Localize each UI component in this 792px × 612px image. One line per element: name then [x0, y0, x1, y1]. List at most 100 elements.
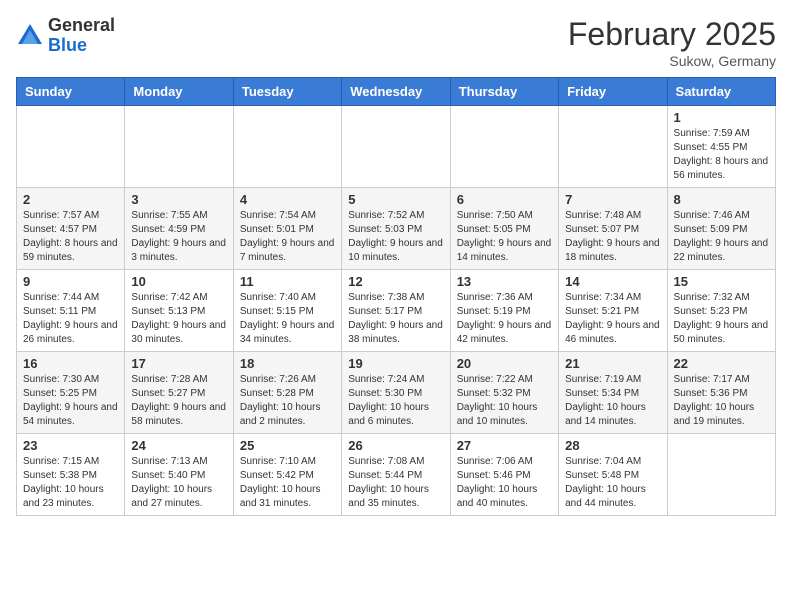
day-number: 2 — [23, 192, 118, 207]
day-number: 22 — [674, 356, 769, 371]
calendar-cell: 28Sunrise: 7:04 AM Sunset: 5:48 PM Dayli… — [559, 434, 667, 516]
day-info: Sunrise: 7:59 AM Sunset: 4:55 PM Dayligh… — [674, 127, 769, 183]
day-number: 10 — [131, 274, 226, 289]
title-block: February 2025 Sukow, Germany — [568, 16, 776, 69]
day-info: Sunrise: 7:26 AM Sunset: 5:28 PM Dayligh… — [240, 373, 335, 429]
day-info: Sunrise: 7:32 AM Sunset: 5:23 PM Dayligh… — [674, 291, 769, 347]
day-number: 9 — [23, 274, 118, 289]
day-number: 19 — [348, 356, 443, 371]
day-info: Sunrise: 7:54 AM Sunset: 5:01 PM Dayligh… — [240, 209, 335, 265]
day-number: 17 — [131, 356, 226, 371]
calendar-cell: 2 Sunrise: 7:57 AM Sunset: 4:57 PM Daylig… — [17, 188, 125, 270]
day-info: Sunrise: 7:24 AM Sunset: 5:30 PM Dayligh… — [348, 373, 443, 429]
day-info: Sunrise: 7:08 AM Sunset: 5:44 PM Dayligh… — [348, 455, 443, 511]
weekday-header-sunday: Sunday — [17, 78, 125, 106]
day-number: 27 — [457, 438, 552, 453]
day-info: Sunrise: 7:55 AM Sunset: 4:59 PM Dayligh… — [131, 209, 226, 265]
calendar-cell: 17 Sunrise: 7:28 AM Sunset: 5:27 PM Dayli… — [125, 352, 233, 434]
day-number: 8 — [674, 192, 769, 207]
day-info: Sunrise: 7:50 AM Sunset: 5:05 PM Dayligh… — [457, 209, 552, 265]
day-info: Sunrise: 7:57 AM Sunset: 4:57 PM Dayligh… — [23, 209, 118, 265]
day-number: 3 — [131, 192, 226, 207]
weekday-header-row: SundayMondayTuesdayWednesdayThursdayFrid… — [17, 78, 776, 106]
calendar-cell — [667, 434, 775, 516]
logo-icon — [16, 22, 44, 50]
logo-blue: Blue — [48, 35, 87, 55]
day-number: 25 — [240, 438, 335, 453]
day-number: 16 — [23, 356, 118, 371]
calendar-cell: 7 Sunrise: 7:48 AM Sunset: 5:07 PM Daylig… — [559, 188, 667, 270]
calendar-cell: 10 Sunrise: 7:42 AM Sunset: 5:13 PM Dayli… — [125, 270, 233, 352]
day-info: Sunrise: 7:42 AM Sunset: 5:13 PM Dayligh… — [131, 291, 226, 347]
calendar-cell: 26 Sunrise: 7:08 AM Sunset: 5:44 PM Dayli… — [342, 434, 450, 516]
day-info: Sunrise: 7:17 AM Sunset: 5:36 PM Dayligh… — [674, 373, 769, 429]
logo-text: General Blue — [48, 16, 115, 56]
day-info: Sunrise: 7:28 AM Sunset: 5:27 PM Dayligh… — [131, 373, 226, 429]
calendar-cell — [233, 106, 341, 188]
day-info: Sunrise: 7:22 AM Sunset: 5:32 PM Dayligh… — [457, 373, 552, 429]
calendar-cell — [17, 106, 125, 188]
calendar-cell: 22 Sunrise: 7:17 AM Sunset: 5:36 PM Dayli… — [667, 352, 775, 434]
day-info: Sunrise: 7:06 AM Sunset: 5:46 PM Dayligh… — [457, 455, 552, 511]
calendar-week-2: 9 Sunrise: 7:44 AM Sunset: 5:11 PM Daylig… — [17, 270, 776, 352]
day-number: 13 — [457, 274, 552, 289]
day-number: 24 — [131, 438, 226, 453]
weekday-header-tuesday: Tuesday — [233, 78, 341, 106]
calendar-table: SundayMondayTuesdayWednesdayThursdayFrid… — [16, 77, 776, 516]
calendar-cell: 8 Sunrise: 7:46 AM Sunset: 5:09 PM Daylig… — [667, 188, 775, 270]
calendar-cell: 23Sunrise: 7:15 AM Sunset: 5:38 PM Dayli… — [17, 434, 125, 516]
day-info: Sunrise: 7:46 AM Sunset: 5:09 PM Dayligh… — [674, 209, 769, 265]
calendar-cell: 12 Sunrise: 7:38 AM Sunset: 5:17 PM Dayli… — [342, 270, 450, 352]
logo: General Blue — [16, 16, 115, 56]
day-info: Sunrise: 7:13 AM Sunset: 5:40 PM Dayligh… — [131, 455, 226, 511]
calendar-cell: 25 Sunrise: 7:10 AM Sunset: 5:42 PM Dayli… — [233, 434, 341, 516]
day-number: 18 — [240, 356, 335, 371]
calendar-week-1: 2 Sunrise: 7:57 AM Sunset: 4:57 PM Daylig… — [17, 188, 776, 270]
day-info: Sunrise: 7:48 AM Sunset: 5:07 PM Dayligh… — [565, 209, 660, 265]
weekday-header-friday: Friday — [559, 78, 667, 106]
calendar-cell — [450, 106, 558, 188]
day-number: 28 — [565, 438, 660, 453]
calendar-cell: 16 Sunrise: 7:30 AM Sunset: 5:25 PM Dayli… — [17, 352, 125, 434]
calendar-cell: 20 Sunrise: 7:22 AM Sunset: 5:32 PM Dayli… — [450, 352, 558, 434]
day-number: 20 — [457, 356, 552, 371]
day-info: Sunrise: 7:19 AM Sunset: 5:34 PM Dayligh… — [565, 373, 660, 429]
location: Sukow, Germany — [568, 53, 776, 69]
calendar-cell: 5 Sunrise: 7:52 AM Sunset: 5:03 PM Daylig… — [342, 188, 450, 270]
day-number: 1 — [674, 110, 769, 125]
calendar-cell: 1 Sunrise: 7:59 AM Sunset: 4:55 PM Daylig… — [667, 106, 775, 188]
calendar-week-3: 16 Sunrise: 7:30 AM Sunset: 5:25 PM Dayli… — [17, 352, 776, 434]
day-number: 7 — [565, 192, 660, 207]
day-number: 11 — [240, 274, 335, 289]
calendar-cell: 9 Sunrise: 7:44 AM Sunset: 5:11 PM Daylig… — [17, 270, 125, 352]
day-info: Sunrise: 7:34 AM Sunset: 5:21 PM Dayligh… — [565, 291, 660, 347]
calendar-cell — [342, 106, 450, 188]
calendar-cell: 13 Sunrise: 7:36 AM Sunset: 5:19 PM Dayli… — [450, 270, 558, 352]
calendar-cell: 18 Sunrise: 7:26 AM Sunset: 5:28 PM Dayli… — [233, 352, 341, 434]
weekday-header-wednesday: Wednesday — [342, 78, 450, 106]
calendar-cell: 14 Sunrise: 7:34 AM Sunset: 5:21 PM Dayli… — [559, 270, 667, 352]
calendar-cell: 4Sunrise: 7:54 AM Sunset: 5:01 PM Daylig… — [233, 188, 341, 270]
day-number: 14 — [565, 274, 660, 289]
month-title: February 2025 — [568, 16, 776, 53]
weekday-header-saturday: Saturday — [667, 78, 775, 106]
day-info: Sunrise: 7:38 AM Sunset: 5:17 PM Dayligh… — [348, 291, 443, 347]
day-number: 5 — [348, 192, 443, 207]
calendar-cell: 19 Sunrise: 7:24 AM Sunset: 5:30 PM Dayli… — [342, 352, 450, 434]
calendar-cell: 6 Sunrise: 7:50 AM Sunset: 5:05 PM Daylig… — [450, 188, 558, 270]
logo-general: General — [48, 15, 115, 35]
weekday-header-thursday: Thursday — [450, 78, 558, 106]
calendar-cell: 27 Sunrise: 7:06 AM Sunset: 5:46 PM Dayli… — [450, 434, 558, 516]
page-header: General Blue February 2025 Sukow, German… — [16, 16, 776, 69]
calendar-cell: 21Sunrise: 7:19 AM Sunset: 5:34 PM Dayli… — [559, 352, 667, 434]
day-number: 12 — [348, 274, 443, 289]
day-number: 26 — [348, 438, 443, 453]
day-info: Sunrise: 7:30 AM Sunset: 5:25 PM Dayligh… — [23, 373, 118, 429]
day-number: 15 — [674, 274, 769, 289]
day-info: Sunrise: 7:52 AM Sunset: 5:03 PM Dayligh… — [348, 209, 443, 265]
day-info: Sunrise: 7:44 AM Sunset: 5:11 PM Dayligh… — [23, 291, 118, 347]
day-info: Sunrise: 7:10 AM Sunset: 5:42 PM Dayligh… — [240, 455, 335, 511]
day-info: Sunrise: 7:36 AM Sunset: 5:19 PM Dayligh… — [457, 291, 552, 347]
calendar-week-0: 1 Sunrise: 7:59 AM Sunset: 4:55 PM Daylig… — [17, 106, 776, 188]
day-number: 6 — [457, 192, 552, 207]
